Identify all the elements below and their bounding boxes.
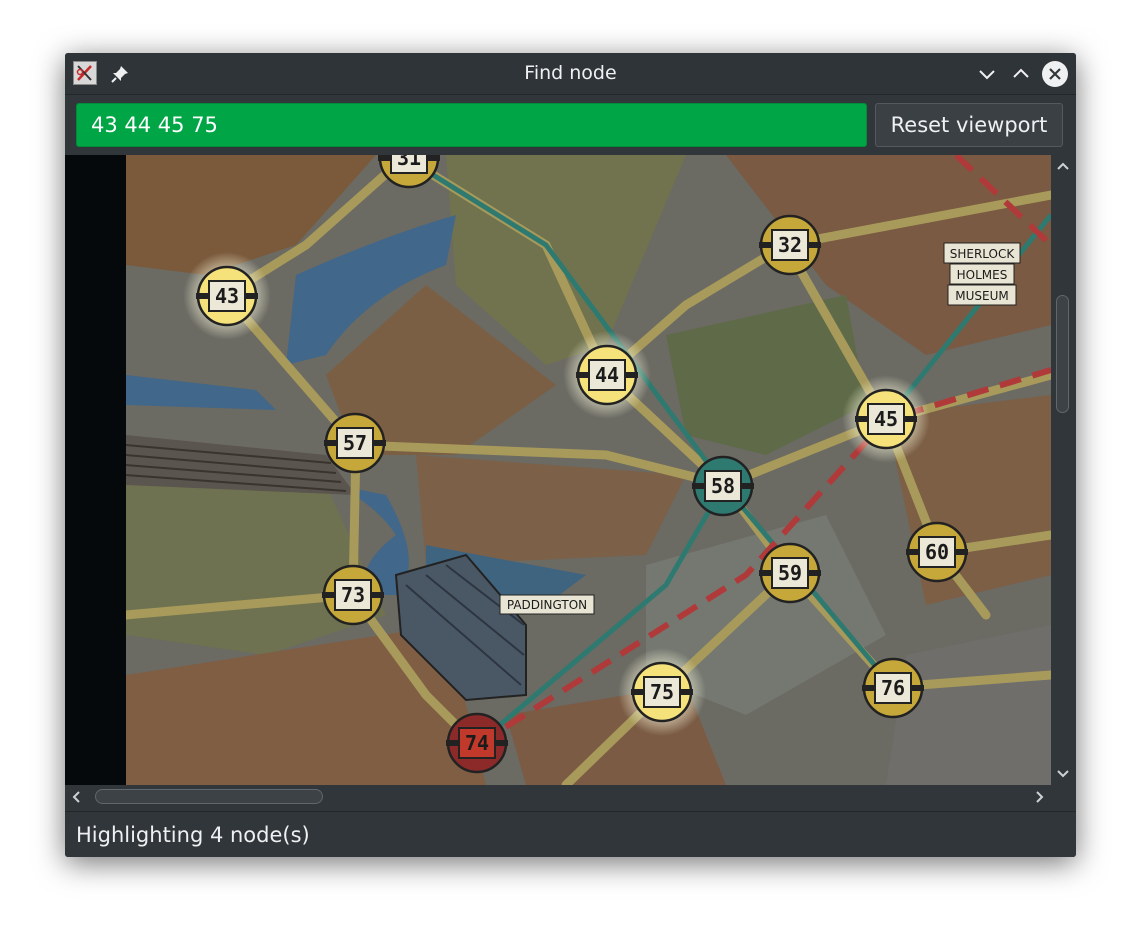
scroll-down-icon[interactable] (1056, 767, 1070, 784)
scroll-up-icon[interactable] (1056, 159, 1070, 176)
scroll-right-icon[interactable] (1033, 790, 1047, 807)
pin-icon[interactable] (109, 63, 131, 85)
find-node-window: Find node Reset viewport (65, 53, 1076, 857)
toolbar: Reset viewport (65, 95, 1076, 155)
scroll-left-icon[interactable] (69, 790, 83, 807)
maximize-icon[interactable] (1007, 60, 1035, 88)
minimize-icon[interactable] (973, 60, 1001, 88)
window-title: Find node (524, 62, 617, 84)
scrollbar-corner (1051, 785, 1076, 809)
city-map[interactable]: SHERLOCK HOLMES MUSEUM PADDINGTON 313243… (126, 155, 1051, 785)
vertical-scrollbar[interactable] (1051, 155, 1076, 785)
horizontal-scroll-thumb[interactable] (95, 789, 323, 804)
node-search-input[interactable] (76, 103, 867, 147)
reset-viewport-button[interactable]: Reset viewport (875, 103, 1063, 147)
title-bar[interactable]: Find node (65, 53, 1076, 95)
status-bar: Highlighting 4 node(s) (65, 811, 1076, 857)
app-icon (73, 61, 97, 85)
vertical-scroll-thumb[interactable] (1056, 295, 1069, 413)
horizontal-scrollbar[interactable] (65, 785, 1051, 809)
map-viewport[interactable]: SHERLOCK HOLMES MUSEUM PADDINGTON 31 32 43… (65, 155, 1051, 785)
close-icon[interactable] (1041, 60, 1069, 88)
